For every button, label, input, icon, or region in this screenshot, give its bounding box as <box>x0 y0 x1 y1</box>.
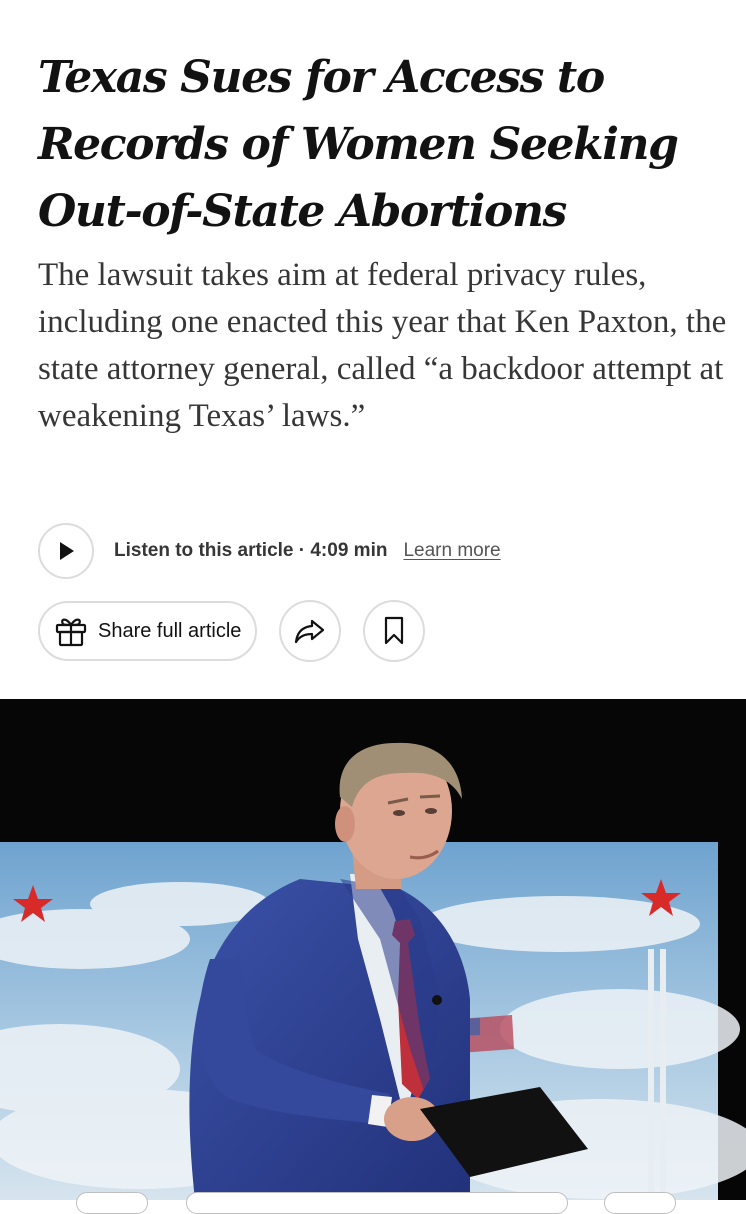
learn-more-link[interactable]: Learn more <box>403 540 500 562</box>
toolbar-pill-left[interactable] <box>76 1192 148 1214</box>
article-photo <box>0 699 746 1200</box>
play-button[interactable] <box>38 523 94 579</box>
headline: Texas Sues for Access to Records of Wome… <box>38 52 679 237</box>
listen-row: Listen to this article · 4:09 min Learn … <box>38 521 501 581</box>
share-label: Share full article <box>98 619 242 642</box>
bottom-toolbar-edge <box>0 1188 746 1214</box>
share-button[interactable] <box>279 600 342 662</box>
toolbar-pill-right[interactable] <box>604 1192 676 1214</box>
save-bookmark-button[interactable] <box>363 600 426 662</box>
listen-label[interactable]: Listen to this article · 4:09 min <box>114 540 387 562</box>
share-arrow-icon <box>295 619 325 644</box>
share-row: Share full article <box>38 600 426 662</box>
share-full-article-button[interactable]: Share full article <box>38 601 258 661</box>
bookmark-icon <box>385 616 404 645</box>
photo-illustration <box>0 699 746 1200</box>
toolbar-pill-center[interactable] <box>186 1192 568 1214</box>
play-icon <box>60 542 74 560</box>
gift-icon <box>55 618 87 647</box>
article-summary: The lawsuit takes aim at federal privacy… <box>38 257 727 434</box>
